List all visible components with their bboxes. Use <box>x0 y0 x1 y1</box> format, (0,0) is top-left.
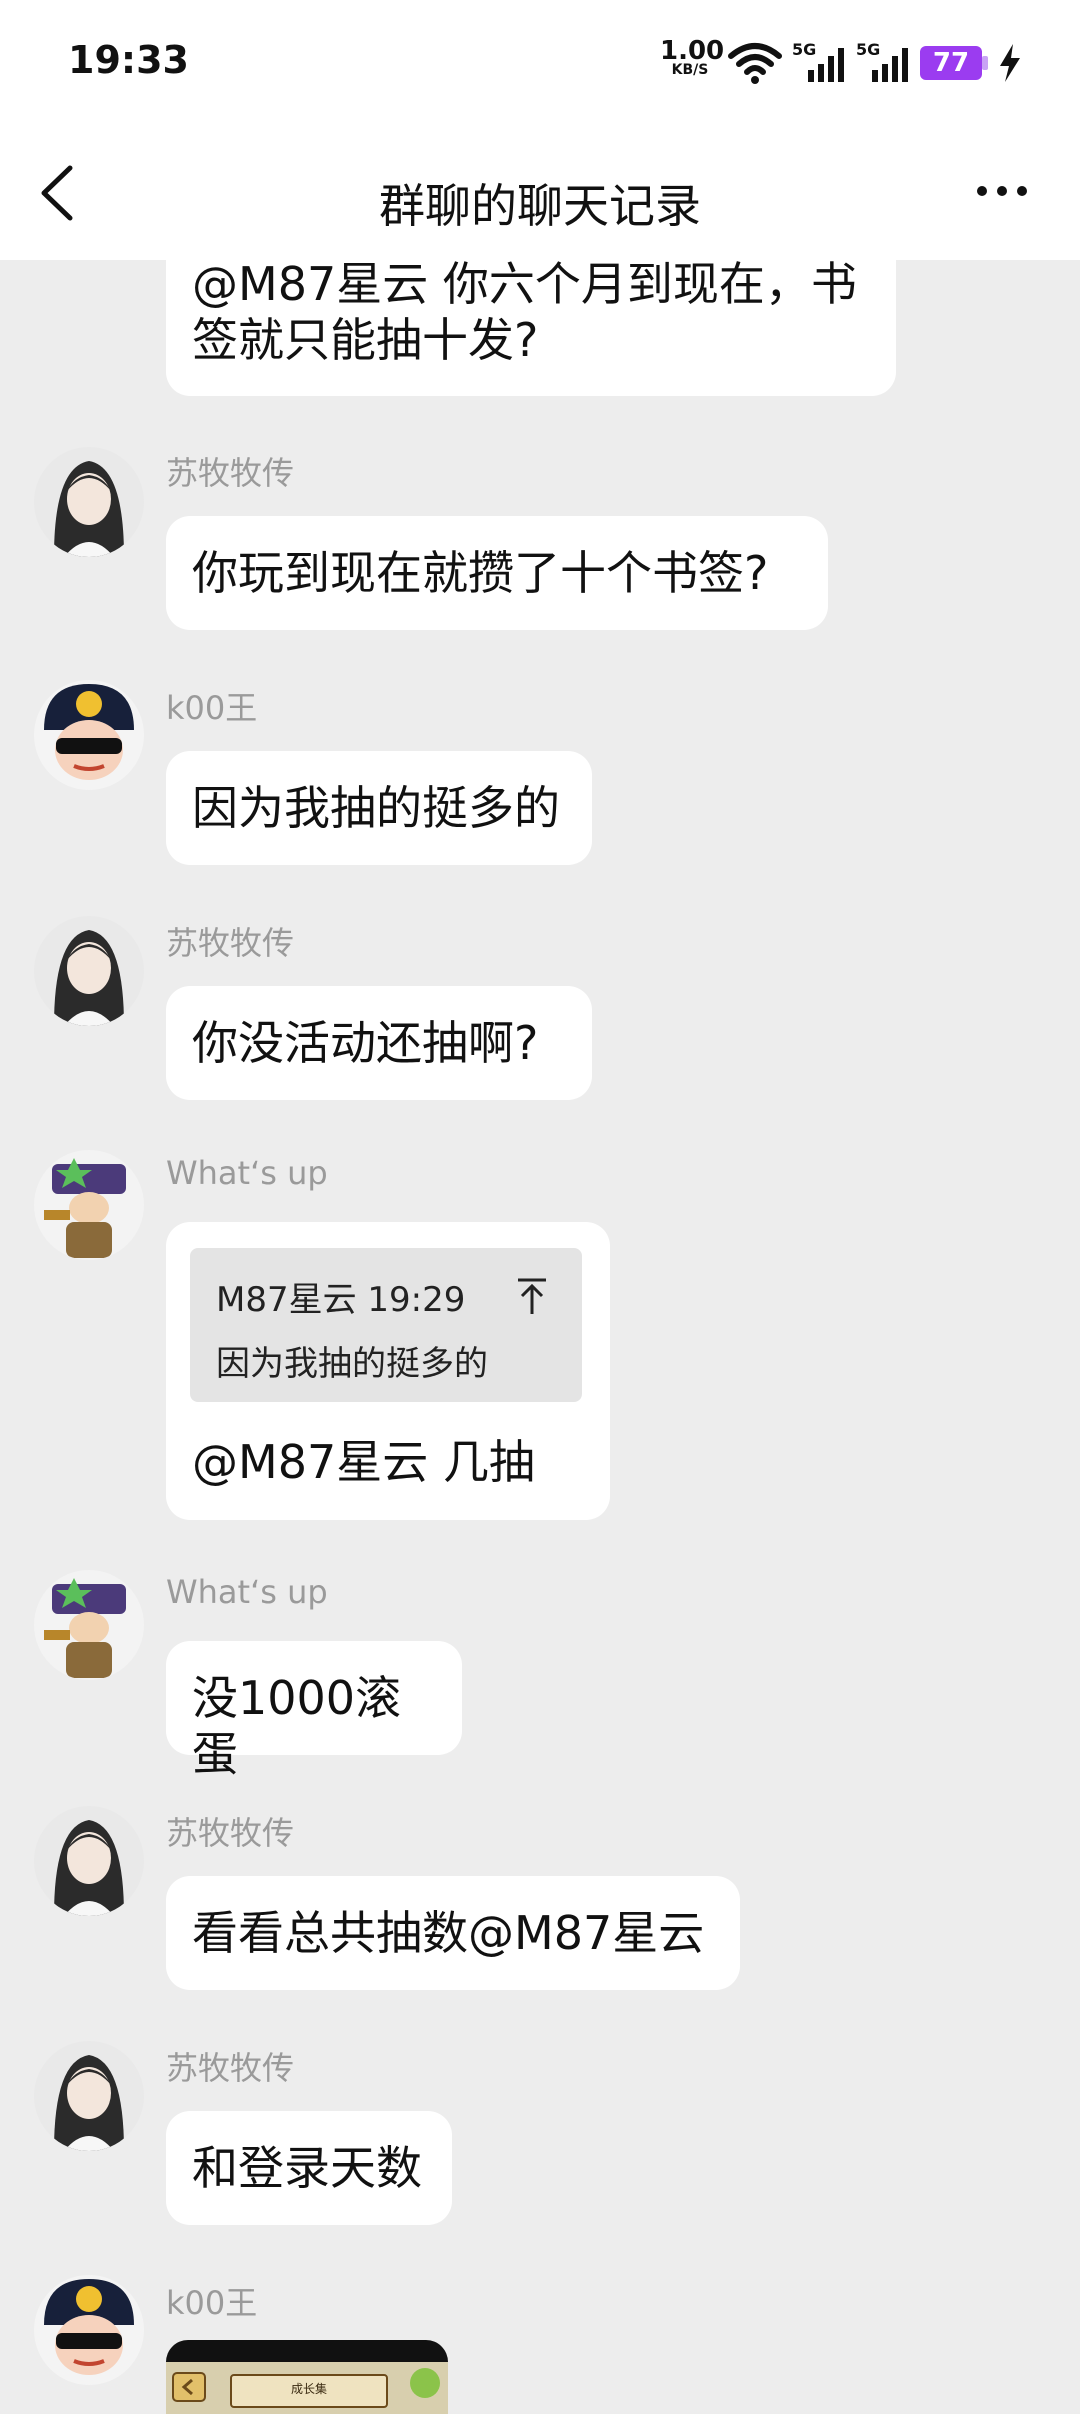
signal-1-icon: 5G <box>792 40 848 84</box>
net-speed: 1.00 KB/S <box>660 36 725 78</box>
message-bubble[interactable]: 和登录天数 <box>166 2111 452 2225</box>
sender-name: 苏牧牧传 <box>166 2049 295 2087</box>
message-bubble[interactable]: 看看总共抽数@M87星云 <box>166 1876 740 1990</box>
avatar[interactable] <box>34 2275 144 2385</box>
wifi-icon <box>728 43 782 84</box>
sender-name: What‘s up <box>166 1154 328 1192</box>
message-bubble-with-quote[interactable]: M87星云 19:29 因为我抽的挺多的 @M87星云 几抽 <box>166 1222 610 1520</box>
avatar[interactable] <box>34 2041 144 2151</box>
message-bubble[interactable]: @M87星云 你六个月到现在，书 签就只能抽十发? <box>166 230 896 396</box>
sender-name: What‘s up <box>166 1573 328 1611</box>
quote-header: M87星云 19:29 <box>216 1280 466 1320</box>
image-caption: 成长集 <box>290 2382 327 2396</box>
battery-icon: 77 <box>920 46 990 80</box>
sender-name: k00王 <box>166 2284 258 2322</box>
message-text: @M87星云 几抽 <box>192 1435 535 1489</box>
message-bubble[interactable]: 因为我抽的挺多的 <box>166 751 592 865</box>
image-message[interactable]: 成长集 <box>166 2340 448 2414</box>
chevron-left-icon <box>41 165 73 221</box>
message-bubble[interactable]: 你没活动还抽啊? <box>166 986 592 1100</box>
sender-name: 苏牧牧传 <box>166 1814 295 1852</box>
status-icons: 1.00 KB/S 5G 5G 77 <box>660 38 1040 88</box>
jump-to-top-icon[interactable] <box>514 1276 550 1316</box>
avatar[interactable] <box>34 1570 144 1680</box>
back-arrow-icon <box>172 2372 206 2402</box>
charging-icon <box>1000 44 1020 82</box>
avatar[interactable] <box>34 447 144 557</box>
sender-name: k00王 <box>166 689 258 727</box>
avatar[interactable] <box>34 916 144 1026</box>
sender-name: 苏牧牧传 <box>166 924 295 962</box>
avatar[interactable] <box>34 1150 144 1260</box>
page-title: 群聊的聊天记录 <box>379 179 701 233</box>
quoted-message[interactable]: M87星云 19:29 因为我抽的挺多的 <box>190 1248 582 1402</box>
avatar[interactable] <box>34 680 144 790</box>
quote-text: 因为我抽的挺多的 <box>216 1344 488 1384</box>
back-button[interactable] <box>30 148 90 238</box>
status-bar: 19:33 1.00 KB/S 5G 5G 77 <box>0 0 1080 130</box>
battery-level: 77 <box>932 48 970 78</box>
message-bubble[interactable]: 你玩到现在就攒了十个书签? <box>166 516 828 630</box>
message-bubble[interactable]: 没1000滚蛋 <box>166 1641 462 1781</box>
sender-name: 苏牧牧传 <box>166 454 295 492</box>
avatar[interactable] <box>34 1806 144 1916</box>
status-time: 19:33 <box>68 38 189 82</box>
more-horizontal-icon <box>977 186 1027 196</box>
signal-2-icon: 5G <box>856 40 912 84</box>
more-options-button[interactable] <box>970 168 1060 218</box>
